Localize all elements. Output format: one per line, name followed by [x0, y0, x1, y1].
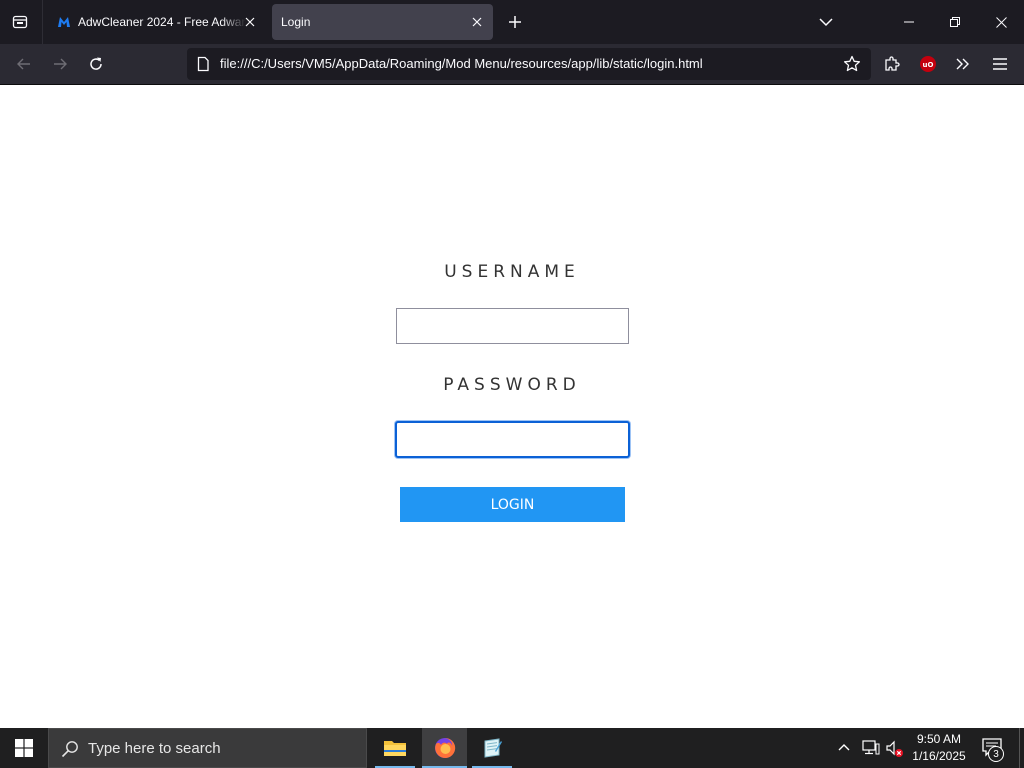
tab-separator [42, 0, 43, 44]
page-content: USERNAME PASSWORD LOGIN [0, 85, 1024, 728]
reload-icon[interactable] [81, 49, 111, 79]
bookmark-star-icon[interactable] [843, 55, 861, 73]
restore-window-icon[interactable] [932, 0, 978, 44]
tab-adwcleaner[interactable]: AdwCleaner 2024 - Free Adware [48, 4, 266, 40]
clock-date: 1/16/2025 [912, 749, 966, 763]
password-input[interactable] [395, 421, 630, 458]
firefox-view-icon[interactable] [6, 8, 34, 36]
login-button[interactable]: LOGIN [400, 487, 625, 522]
show-hidden-icons-chevron-up-icon[interactable] [837, 740, 851, 759]
url-text[interactable]: file:///C:/Users/VM5/AppData/Roaming/Mod… [220, 56, 703, 71]
ublock-origin-icon[interactable]: uO [913, 49, 943, 79]
extensions-puzzle-icon[interactable] [877, 49, 907, 79]
tab-close-icon[interactable] [469, 14, 485, 30]
file-explorer-icon[interactable] [375, 728, 415, 768]
windows-taskbar: Type here to search 9:50 AM 1/16/2025 [0, 728, 1024, 768]
username-label: USERNAME [444, 262, 580, 282]
volume-muted-icon[interactable] [886, 740, 904, 763]
username-input[interactable] [396, 308, 629, 344]
malwarebytes-icon [56, 14, 72, 30]
tab-login[interactable]: Login [272, 4, 493, 40]
tab-close-icon[interactable] [242, 14, 258, 30]
page-icon [195, 56, 211, 72]
list-all-tabs-chevron-down-icon[interactable] [812, 8, 840, 36]
show-desktop-button[interactable] [1019, 728, 1024, 768]
taskbar-search-box[interactable]: Type here to search [48, 728, 367, 768]
close-window-icon[interactable] [978, 0, 1024, 44]
clock-time: 9:50 AM [916, 732, 962, 746]
windows-start-icon[interactable] [0, 728, 48, 768]
tab-title: Login [281, 15, 311, 29]
overflow-double-chevron-icon[interactable] [948, 49, 978, 79]
svg-text:uO: uO [923, 61, 934, 69]
search-icon [61, 740, 79, 763]
taskbar-clock[interactable]: 9:50 AM 1/16/2025 [908, 731, 970, 765]
search-placeholder: Type here to search [88, 740, 221, 757]
hamburger-menu-icon[interactable] [985, 49, 1015, 79]
browser-tab-bar: AdwCleaner 2024 - Free Adware Login [0, 0, 1024, 44]
address-bar[interactable]: file:///C:/Users/VM5/AppData/Roaming/Mod… [187, 48, 871, 80]
back-arrow-icon[interactable] [9, 49, 39, 79]
new-tab-plus-icon[interactable] [501, 8, 529, 36]
forward-arrow-icon[interactable] [45, 49, 75, 79]
notification-count-badge: 3 [988, 746, 1004, 762]
network-icon[interactable] [862, 740, 880, 761]
firefox-icon[interactable] [422, 728, 467, 768]
minimize-window-icon[interactable] [886, 0, 932, 44]
password-label: PASSWORD [443, 375, 581, 395]
notepad-icon[interactable] [472, 728, 512, 768]
browser-nav-bar: file:///C:/Users/VM5/AppData/Roaming/Mod… [0, 44, 1024, 85]
tab-title: AdwCleaner 2024 - Free Adware [78, 15, 246, 29]
